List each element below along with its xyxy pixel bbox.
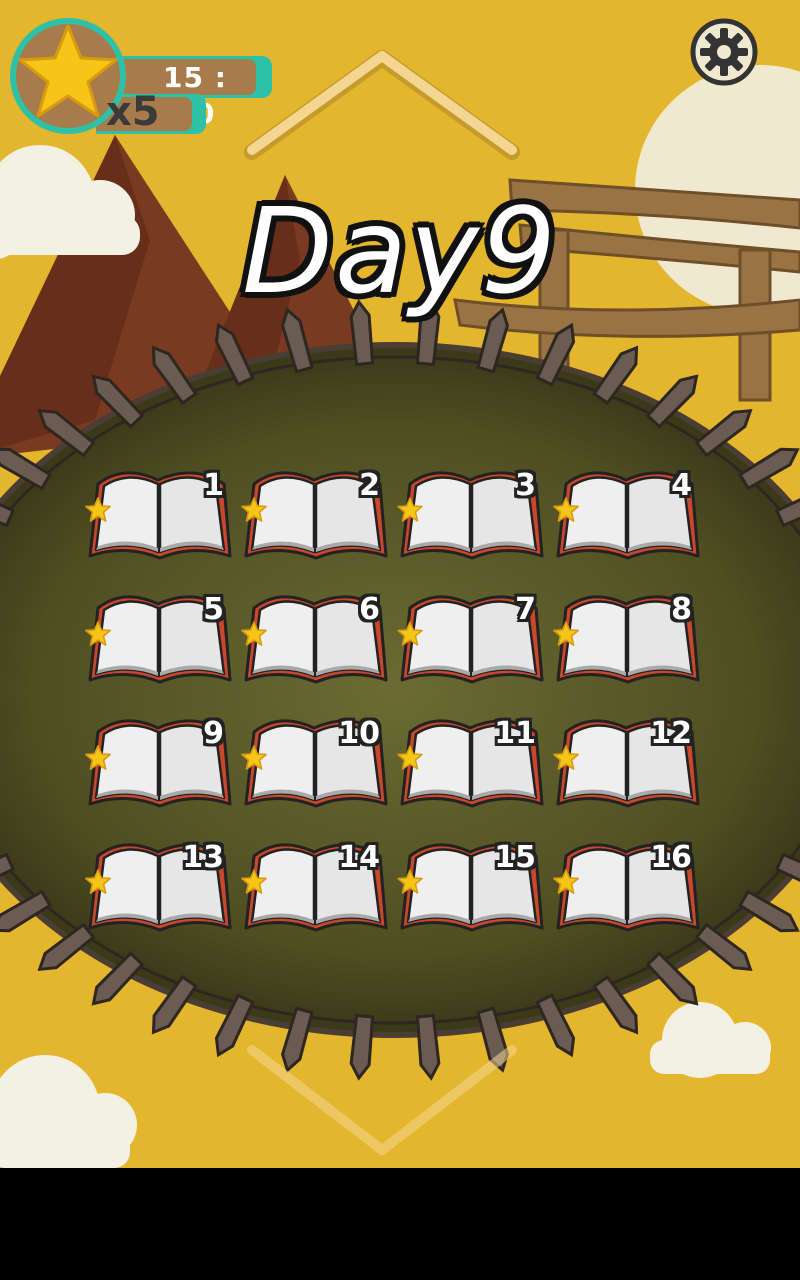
level-stars	[240, 620, 390, 646]
level-stars	[552, 620, 702, 646]
level-book-9[interactable]: 9	[84, 710, 232, 814]
page-title: Day9	[241, 182, 559, 320]
level-stars	[84, 744, 234, 770]
level-grid: 1 2 3 4 5 6 7 8 9 10 11 12 13 14 15 16	[84, 462, 704, 942]
level-stars	[396, 868, 546, 894]
level-stars	[396, 496, 546, 522]
level-stars	[396, 744, 546, 770]
star-icon	[18, 24, 118, 118]
level-book-10[interactable]: 10	[240, 710, 388, 814]
level-stars	[552, 496, 702, 522]
level-stars	[240, 868, 390, 894]
level-stars	[396, 620, 546, 646]
chevron-down-icon[interactable]	[240, 1040, 524, 1160]
level-book-11[interactable]: 11	[396, 710, 544, 814]
level-stars	[552, 868, 702, 894]
level-book-2[interactable]: 2	[240, 462, 388, 566]
level-book-1[interactable]: 1	[84, 462, 232, 566]
lives-count: x5	[106, 89, 160, 135]
level-book-3[interactable]: 3	[396, 462, 544, 566]
level-book-13[interactable]: 13	[84, 834, 232, 938]
level-stars	[240, 744, 390, 770]
level-stars	[84, 620, 234, 646]
level-stars	[84, 496, 234, 522]
level-book-16[interactable]: 16	[552, 834, 700, 938]
level-book-14[interactable]: 14	[240, 834, 388, 938]
level-book-15[interactable]: 15	[396, 834, 544, 938]
level-book-6[interactable]: 6	[240, 586, 388, 690]
chevron-up-icon[interactable]	[240, 48, 524, 164]
bottom-bar	[0, 1168, 800, 1280]
level-stars	[552, 744, 702, 770]
level-book-4[interactable]: 4	[552, 462, 700, 566]
game-stage: Day9 12345678910111213141516 15 : 00 x5	[0, 0, 800, 1168]
level-book-5[interactable]: 5	[84, 586, 232, 690]
gear-icon[interactable]	[690, 18, 758, 86]
level-book-12[interactable]: 12	[552, 710, 700, 814]
level-stars	[84, 868, 234, 894]
level-stars	[240, 496, 390, 522]
level-book-7[interactable]: 7	[396, 586, 544, 690]
level-book-8[interactable]: 8	[552, 586, 700, 690]
